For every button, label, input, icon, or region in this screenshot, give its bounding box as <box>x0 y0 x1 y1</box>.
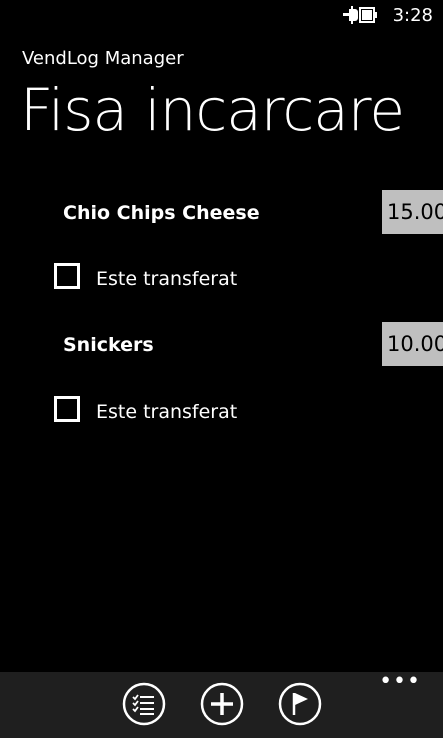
app-bar: ••• <box>0 671 443 738</box>
checklist-icon[interactable] <box>122 682 166 726</box>
quantity-field[interactable]: 15.00 <box>382 190 443 234</box>
add-icon[interactable] <box>200 682 244 726</box>
page-title: Fisa incarcare <box>20 76 405 144</box>
item-name: Chio Chips Cheese <box>63 202 260 224</box>
screen: 3:28 VendLog Manager Fisa incarcare Chio… <box>0 0 443 738</box>
clock: 3:28 <box>392 5 433 26</box>
transferred-checkbox[interactable] <box>54 396 80 422</box>
app-name: VendLog Manager <box>22 48 184 69</box>
more-options-icon[interactable]: ••• <box>379 671 421 693</box>
transferred-checkbox[interactable] <box>54 263 80 289</box>
battery-charging-icon <box>343 6 377 24</box>
quantity-field[interactable]: 10.00 <box>382 322 443 366</box>
checkbox-label[interactable]: Este transferat <box>96 401 237 423</box>
flag-icon[interactable] <box>278 682 322 726</box>
item-name: Snickers <box>63 334 154 356</box>
status-bar: 3:28 <box>0 0 443 32</box>
checkbox-label[interactable]: Este transferat <box>96 268 237 290</box>
